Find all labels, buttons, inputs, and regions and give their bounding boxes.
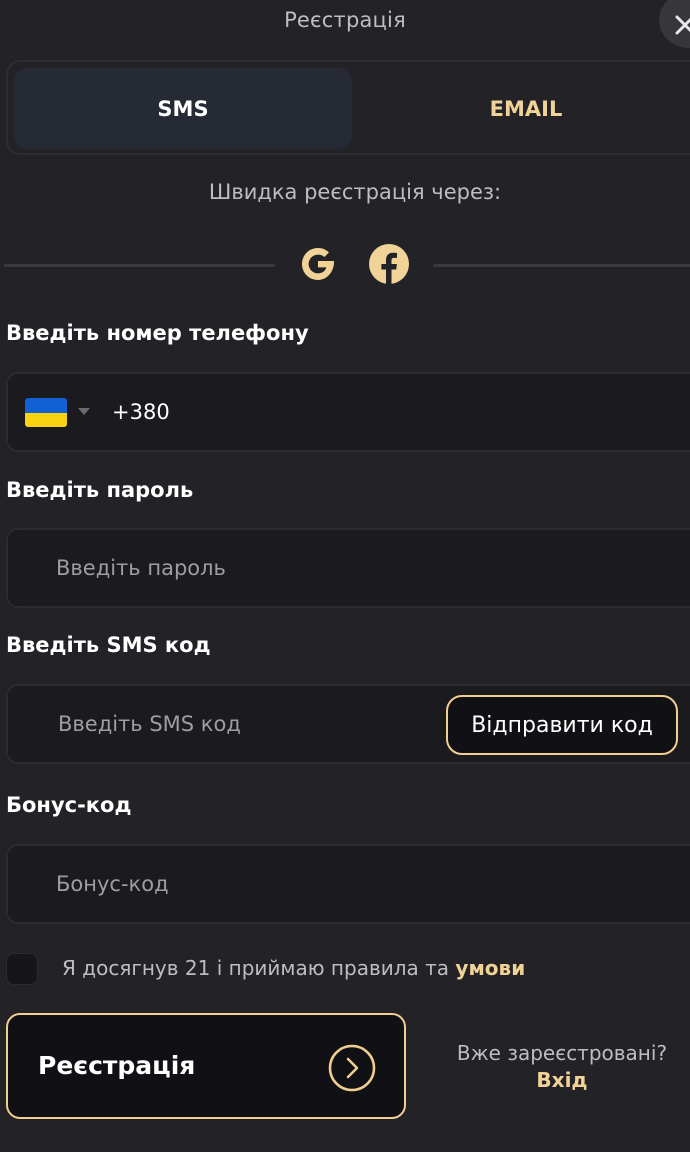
close-icon [675,15,690,35]
ukraine-flag-icon[interactable] [25,398,67,427]
password-field [6,528,690,608]
close-button[interactable] [659,0,690,48]
quick-signup-label: Швидка реєстрація через: [208,180,502,204]
already-registered-prompt: Вже зареєстровані? [456,1041,668,1065]
divider-left [4,264,275,267]
google-login-button[interactable] [298,244,338,284]
sms-code-field: Відправити код [6,684,690,764]
facebook-login-button[interactable] [369,244,409,284]
facebook-icon [369,244,409,284]
terms-text: Я досягнув 21 і приймаю правила та умови [62,956,525,980]
modal-title: Реєстрація [284,8,406,32]
chevron-down-icon[interactable] [78,408,90,416]
google-icon [302,248,335,280]
phone-input[interactable] [112,374,672,450]
password-input[interactable] [56,530,656,606]
tab-sms[interactable]: SMS [14,68,352,149]
login-link[interactable]: Вхід [436,1067,688,1094]
terms-link[interactable]: умови [455,956,525,980]
divider-right [433,264,690,267]
bonus-label: Бонус-код [6,793,132,817]
password-label: Введіть пароль [6,478,194,502]
phone-label: Введіть номер телефону [6,321,309,345]
sms-code-label: Введіть SMS код [6,633,211,657]
bonus-input[interactable] [56,846,656,922]
already-registered: Вже зареєстровані? Вхід [436,1040,688,1094]
terms-label: Я досягнув 21 і приймаю правила та [62,956,456,980]
terms-checkbox[interactable] [6,953,38,985]
send-code-button[interactable]: Відправити код [446,695,678,755]
sms-code-input[interactable] [58,686,428,762]
tab-email[interactable]: EMAIL [358,68,690,149]
signup-method-tabs: SMS EMAIL [6,60,690,155]
chevron-right-circle-icon [328,1044,376,1092]
phone-field [6,372,690,452]
registration-modal: Реєстрація SMS EMAIL Швидка реєстрація ч… [0,0,690,1152]
bonus-field [6,844,690,924]
register-label: Реєстрація [38,1051,196,1080]
register-button[interactable]: Реєстрація [6,1013,406,1119]
